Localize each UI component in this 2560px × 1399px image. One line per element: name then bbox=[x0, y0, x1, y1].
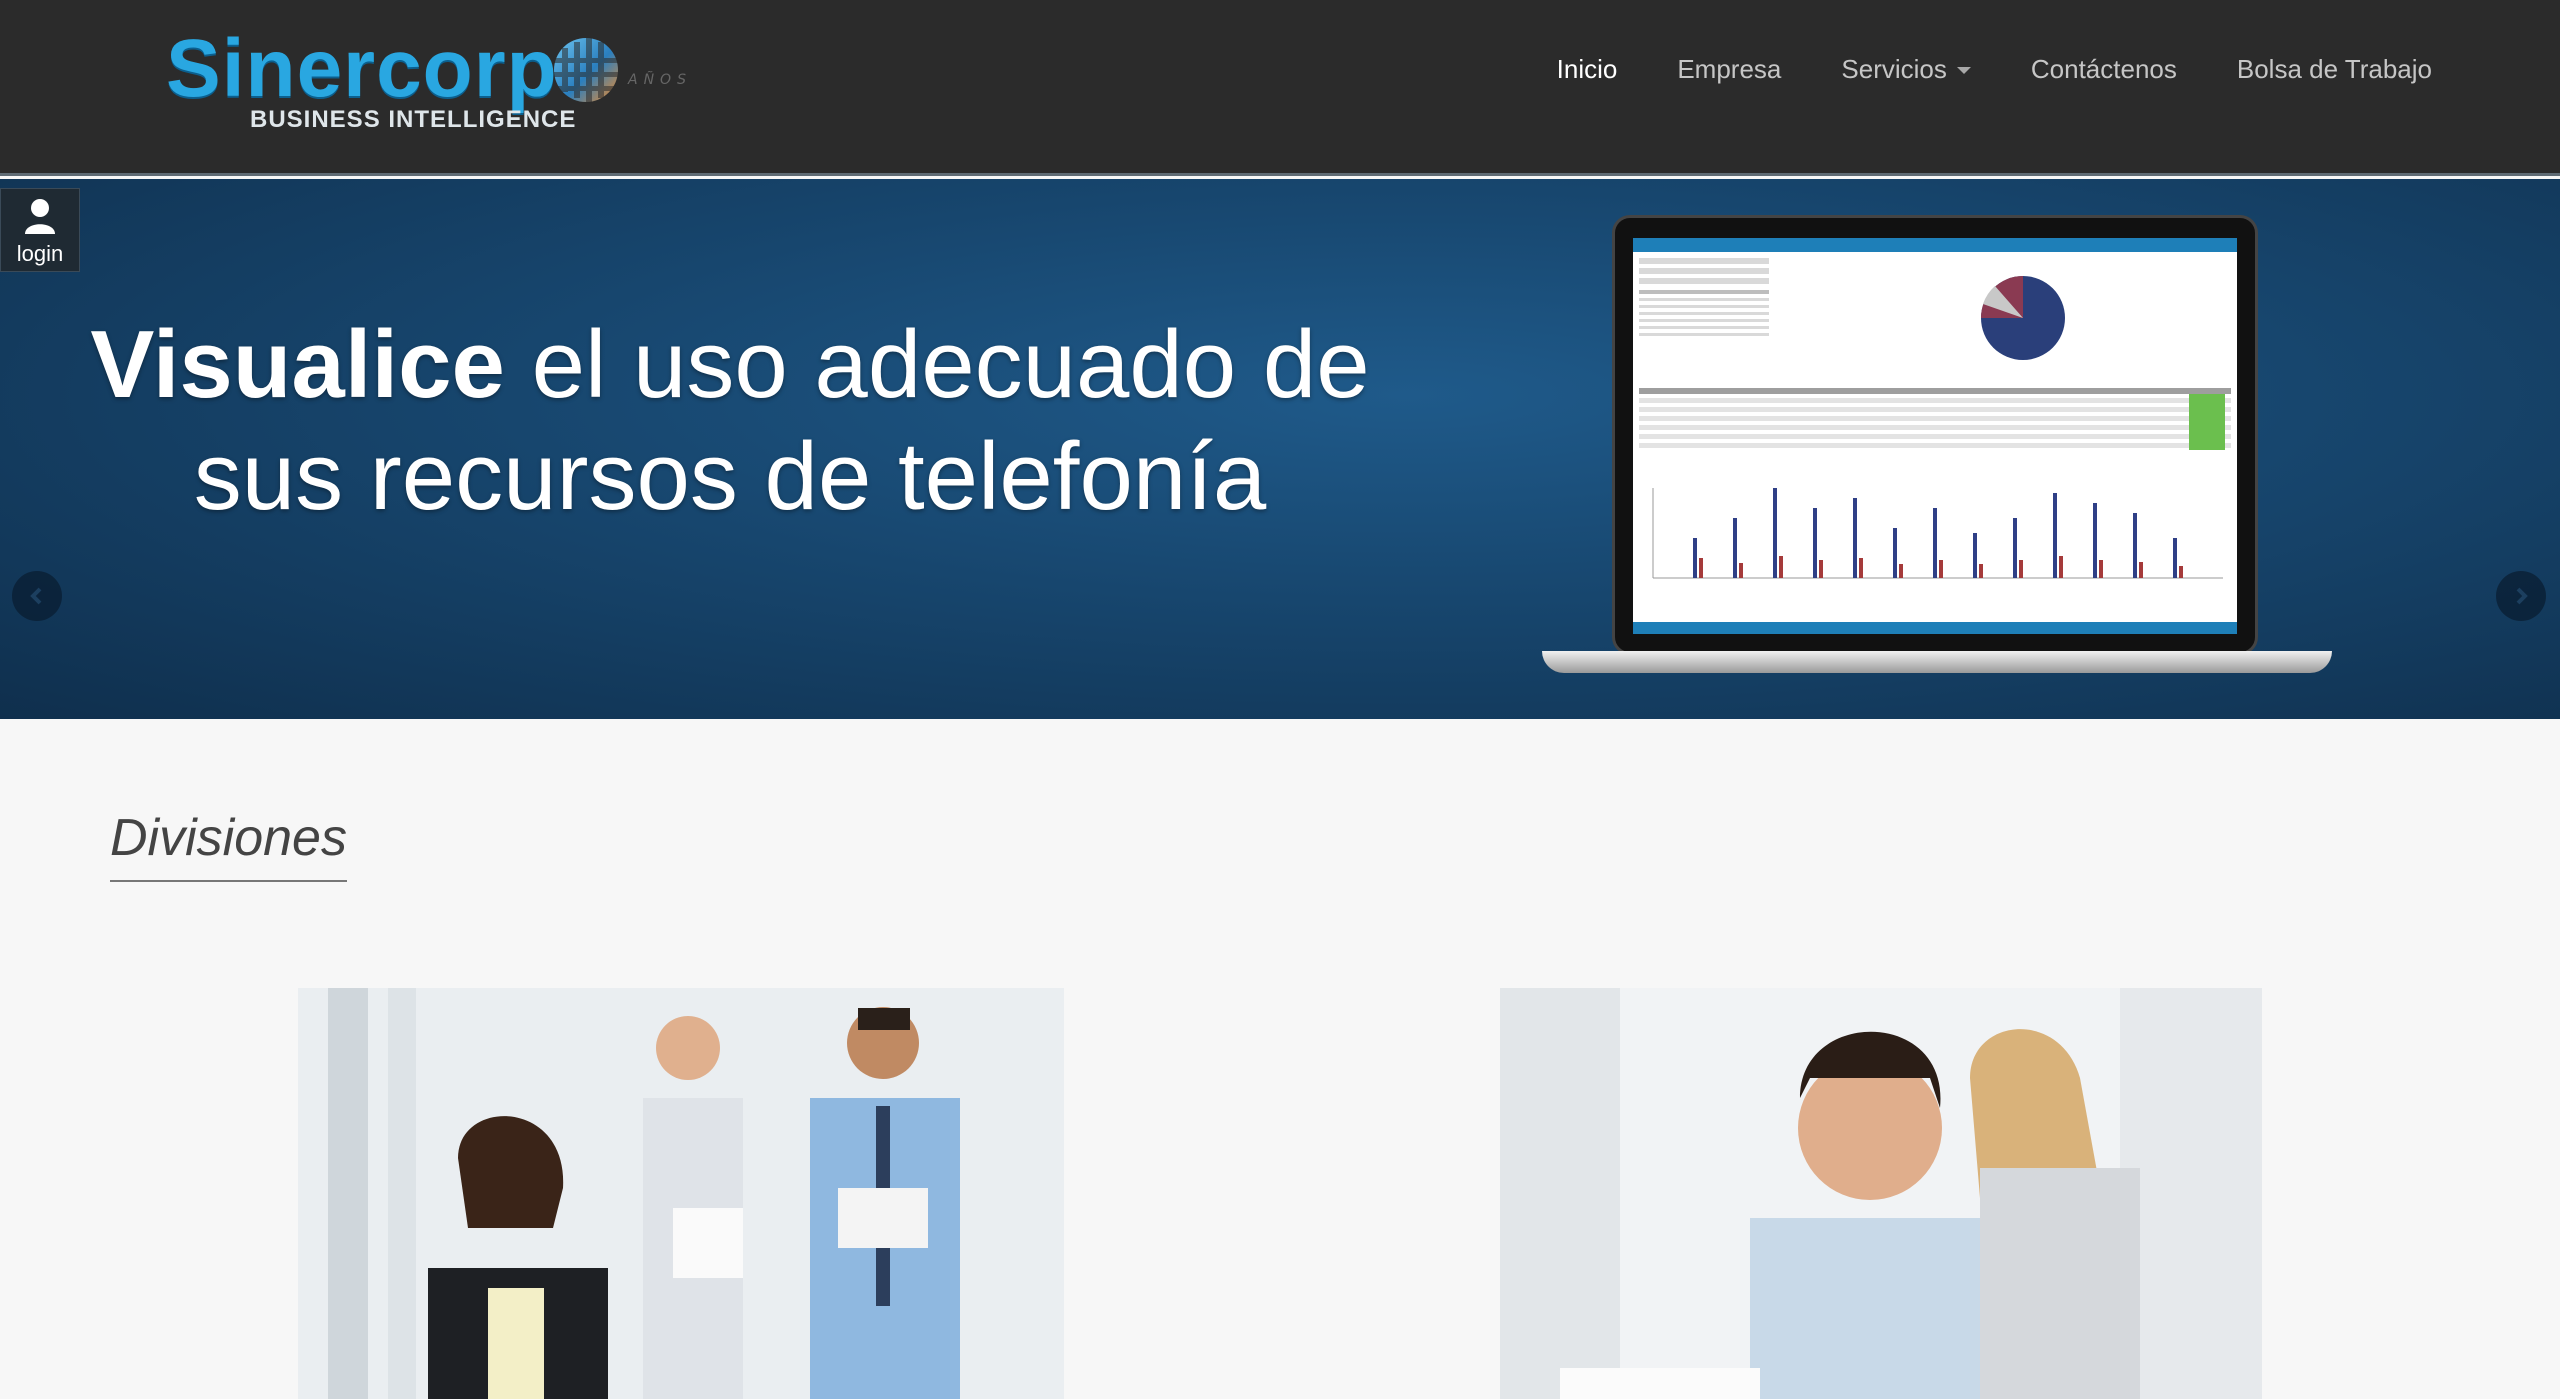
team-photo-illustration bbox=[298, 988, 1064, 1399]
chevron-right-icon bbox=[2516, 587, 2528, 605]
nav-contactenos[interactable]: Contáctenos bbox=[2031, 54, 2177, 85]
nav-contactenos-label: Contáctenos bbox=[2030, 54, 2177, 84]
logo-tagline: BUSINESS INTELLIGENCE bbox=[250, 106, 577, 133]
nav-empresa[interactable]: Empresa bbox=[1677, 54, 1781, 85]
dashboard-graphic bbox=[1639, 258, 2231, 579]
user-icon bbox=[25, 199, 55, 234]
nav-bolsa-de-trabajo[interactable]: Bolsa de Trabajo bbox=[2237, 54, 2432, 85]
section-title-divisiones: Divisiones bbox=[110, 808, 347, 882]
login-button[interactable]: login bbox=[0, 188, 80, 272]
hero-slider: Visualice el uso adecuado de sus recurso… bbox=[0, 179, 2560, 719]
globe-icon bbox=[554, 38, 620, 102]
main-nav: Inicio Empresa Servicios Contáctenos Bol… bbox=[1557, 54, 2432, 85]
meeting-photo-illustration bbox=[1500, 988, 2262, 1399]
hero-title-bold: Visualice bbox=[90, 311, 505, 418]
laptop-base bbox=[1542, 651, 2332, 673]
chevron-down-icon bbox=[1956, 67, 1971, 74]
hero-title: Visualice el uso adecuado de sus recurso… bbox=[20, 309, 1440, 533]
logo-wordmark: Sinercorp bbox=[166, 23, 558, 114]
login-label: login bbox=[16, 241, 64, 266]
laptop-lid bbox=[1612, 215, 2258, 655]
screen-footer-bar bbox=[1633, 622, 2237, 634]
logo-anos-badge: AÑOS bbox=[628, 72, 692, 88]
laptop-screen bbox=[1633, 238, 2237, 634]
slider-next-button[interactable] bbox=[2496, 571, 2546, 621]
top-navbar: Sinercorp BUSINESS INTELLIGENCE AÑOS Ini… bbox=[0, 0, 2560, 176]
division-photo-meeting[interactable] bbox=[1500, 988, 2262, 1399]
division-photo-team[interactable] bbox=[298, 988, 1064, 1399]
nav-servicios-label: Servicios bbox=[1841, 54, 1947, 84]
sinercorp-logo[interactable]: Sinercorp BUSINESS INTELLIGENCE AÑOS bbox=[166, 24, 706, 144]
nav-inicio-label: Inicio bbox=[1556, 54, 1618, 84]
nav-servicios[interactable]: Servicios bbox=[1841, 54, 1971, 85]
chevron-left-icon bbox=[30, 587, 42, 605]
laptop-dashboard-illustration bbox=[1542, 215, 2332, 685]
slider-prev-button[interactable] bbox=[12, 571, 62, 621]
nav-bolsa-label: Bolsa de Trabajo bbox=[2236, 54, 2432, 84]
nav-empresa-label: Empresa bbox=[1677, 54, 1782, 84]
nav-inicio[interactable]: Inicio bbox=[1557, 54, 1618, 85]
